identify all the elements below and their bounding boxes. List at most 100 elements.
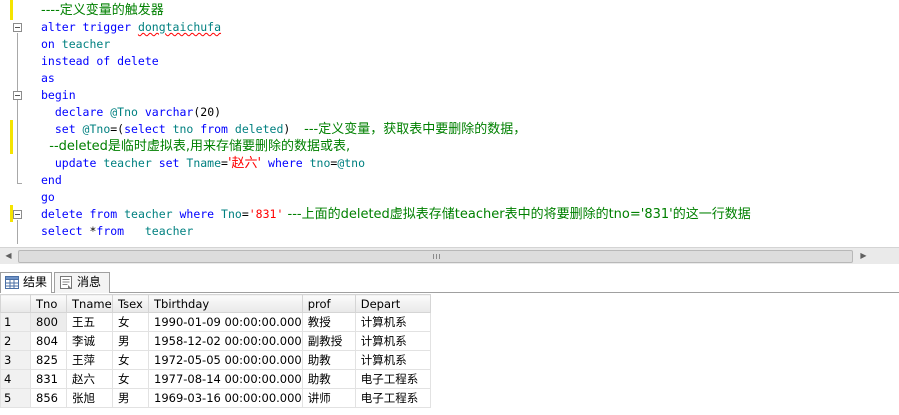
outline-line: [17, 220, 18, 244]
cell-tname[interactable]: 赵六: [66, 369, 113, 389]
change-marker: [10, 120, 13, 154]
cell-tname[interactable]: 李诚: [66, 331, 113, 351]
cell-tname[interactable]: 王萍: [66, 350, 113, 370]
row-number[interactable]: 5: [0, 388, 31, 408]
table-row[interactable]: 2 804 李诚 男 1958-12-02 00:00:00.000 副教授 计…: [0, 331, 431, 351]
cell-depart[interactable]: 电子工程系: [354, 388, 431, 408]
column-header-tno[interactable]: Tno: [30, 294, 67, 313]
code-line[interactable]: update teacher set Tname='赵六' where tno=…: [41, 155, 751, 172]
sql-identifier: teacher: [61, 37, 111, 51]
cell-tsex[interactable]: 女: [112, 312, 149, 332]
table-row[interactable]: 5 856 张旭 男 1969-03-16 00:00:00.000 讲师 电子…: [0, 388, 431, 408]
sql-keyword: declare: [41, 105, 111, 119]
cell-tno[interactable]: 804: [30, 331, 67, 351]
cell-tno[interactable]: 800: [30, 312, 67, 332]
cell-prof[interactable]: 副教授: [301, 331, 356, 351]
cell-prof[interactable]: 助教: [301, 369, 356, 389]
sql-comment: ---定义变量，获取表中要删除的数据，: [304, 122, 527, 137]
cell-prof[interactable]: 助教: [301, 350, 356, 370]
code-line[interactable]: go: [41, 189, 751, 206]
cell-tsex[interactable]: 男: [112, 388, 149, 408]
cell-tbirthday[interactable]: 1990-01-09 00:00:00.000: [148, 312, 303, 332]
cell-tno[interactable]: 825: [30, 350, 67, 370]
collapse-icon[interactable]: [13, 23, 22, 32]
code-line[interactable]: instead of delete: [41, 53, 751, 70]
code-line[interactable]: ----定义变量的触发器: [41, 2, 751, 19]
cell-depart[interactable]: 计算机系: [354, 350, 431, 370]
cell-tno[interactable]: 856: [30, 388, 67, 408]
row-number[interactable]: 2: [0, 331, 31, 351]
code-line[interactable]: alter trigger dongtaichufa: [41, 19, 751, 36]
cell-tsex[interactable]: 女: [112, 350, 149, 370]
scrollbar-thumb[interactable]: [18, 250, 853, 263]
table-row[interactable]: 1 800 王五 女 1990-01-09 00:00:00.000 教授 计算…: [0, 312, 431, 332]
column-header-tname[interactable]: Tname: [66, 294, 113, 313]
sql-keyword: go: [41, 190, 55, 204]
cell-tbirthday[interactable]: 1958-12-02 00:00:00.000: [148, 331, 303, 351]
code-line[interactable]: as: [41, 70, 751, 87]
cell-tsex[interactable]: 女: [112, 369, 149, 389]
cell-depart[interactable]: 电子工程系: [354, 369, 431, 389]
scroll-right-arrow-icon[interactable]: ▶: [855, 248, 872, 264]
cell-tname[interactable]: 王五: [66, 312, 113, 332]
sql-identifier: teacher: [103, 156, 159, 170]
sql-identifier: tno: [172, 122, 201, 136]
cell-depart[interactable]: 计算机系: [354, 312, 431, 332]
code-line[interactable]: begin: [41, 87, 751, 104]
cell-prof[interactable]: 讲师: [301, 388, 356, 408]
tab-results-label: 结果: [23, 275, 48, 289]
cell-tbirthday[interactable]: 1972-05-05 00:00:00.000: [148, 350, 303, 370]
sql-identifier: @Tno: [110, 105, 145, 119]
sql-punctuation: =: [221, 156, 228, 170]
tab-results[interactable]: 结果: [0, 272, 52, 293]
sql-keyword: varchar: [144, 105, 194, 119]
results-tab-bar: 结果 消息: [0, 269, 899, 293]
horizontal-scrollbar[interactable]: ◀ ▶: [0, 247, 899, 264]
sql-keyword: end: [41, 173, 62, 187]
column-header-depart[interactable]: Depart: [354, 294, 431, 313]
row-number[interactable]: 1: [0, 312, 31, 332]
sql-keyword: where: [261, 156, 310, 170]
results-grid[interactable]: Tno Tname Tsex Tbirthday prof Depart 1 8…: [0, 294, 431, 408]
messages-icon: [60, 276, 72, 289]
tab-messages[interactable]: 消息: [54, 272, 110, 293]
scroll-left-arrow-icon[interactable]: ◀: [0, 248, 17, 264]
code-area[interactable]: ----定义变量的触发器 alter trigger dongtaichufa on…: [41, 2, 751, 240]
cell-tbirthday[interactable]: 1977-08-14 00:00:00.000: [148, 369, 303, 389]
code-line[interactable]: delete from teacher where Tno='831' ---上…: [41, 206, 751, 223]
sql-identifier: dongtaichufa: [137, 20, 222, 34]
code-line[interactable]: set @Tno=(select tno from deleted) ---定义…: [41, 121, 751, 138]
sql-comment: --deleted是临时虚拟表,用来存储要删除的数据或表,: [41, 139, 351, 154]
table-row[interactable]: 3 825 王萍 女 1972-05-05 00:00:00.000 助教 计算…: [0, 350, 431, 370]
thumb-grip: [438, 254, 440, 259]
cell-tname[interactable]: 张旭: [66, 388, 113, 408]
row-number[interactable]: 3: [0, 350, 31, 370]
code-line[interactable]: on teacher: [41, 36, 751, 53]
sql-keyword: select: [41, 224, 90, 238]
code-line[interactable]: end: [41, 172, 751, 189]
sql-punctuation: (20): [193, 105, 222, 119]
code-line[interactable]: select *from teacher: [41, 223, 751, 240]
outline-end-tick: [17, 183, 22, 184]
collapse-icon[interactable]: [13, 210, 22, 219]
cell-tsex[interactable]: 男: [112, 331, 149, 351]
code-line[interactable]: declare @Tno varchar(20): [41, 104, 751, 121]
row-number[interactable]: 4: [0, 369, 31, 389]
sql-keyword: on: [41, 37, 62, 51]
column-header-prof[interactable]: prof: [301, 294, 356, 313]
code-line[interactable]: --deleted是临时虚拟表,用来存储要删除的数据或表,: [41, 138, 751, 155]
table-row[interactable]: 4 831 赵六 女 1977-08-14 00:00:00.000 助教 电子…: [0, 369, 431, 389]
column-header-tbirthday[interactable]: Tbirthday: [148, 294, 303, 313]
cell-prof[interactable]: 教授: [301, 312, 356, 332]
sql-editor[interactable]: ----定义变量的触发器 alter trigger dongtaichufa on…: [0, 0, 899, 247]
sql-keyword: where: [179, 207, 222, 221]
sql-identifier: Tname: [186, 156, 222, 170]
sql-identifier: @Tno: [82, 122, 111, 136]
cell-tbirthday[interactable]: 1969-03-16 00:00:00.000: [148, 388, 303, 408]
cell-depart[interactable]: 计算机系: [354, 331, 431, 351]
sql-keyword: begin: [41, 88, 76, 102]
sql-keyword: update: [41, 156, 104, 170]
collapse-icon[interactable]: [13, 91, 22, 100]
cell-tno[interactable]: 831: [30, 369, 67, 389]
column-header-tsex[interactable]: Tsex: [112, 294, 149, 313]
